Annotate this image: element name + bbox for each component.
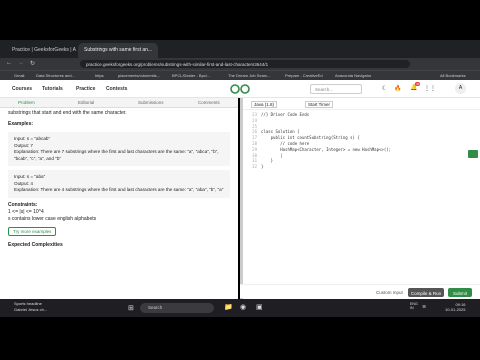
moon-icon[interactable]: ☾ [382, 85, 387, 92]
bookmark-dream-job[interactable]: The Dream Job Searc... [228, 73, 270, 78]
submit-button[interactable]: Submit [448, 288, 472, 297]
forward-icon[interactable]: → [18, 60, 24, 66]
apps-grid-icon[interactable]: ⋮⋮ [424, 85, 436, 92]
clock[interactable]: 09:16 10-01-2025 [445, 302, 465, 312]
problem-panel: Problem Editorial Submissions Comments s… [0, 98, 238, 310]
example-box: Input: s = "abcab" Output: 7 Explanation… [8, 132, 230, 166]
problem-tabs: Problem Editorial Submissions Comments [0, 98, 238, 108]
nav-practice[interactable]: Practice [76, 86, 95, 92]
nav-contests[interactable]: Contests [106, 86, 127, 92]
expected-complexities-heading[interactable]: Expected Complexities [8, 242, 230, 249]
app-icon[interactable]: ▣ [256, 303, 263, 311]
url-field[interactable]: practice.geeksforgeeks.org/problems/subs… [80, 60, 410, 68]
editor-panel: Java (1.8) Start Timer 23//} Driver Code… [240, 98, 480, 310]
bookmark-dsa[interactable]: Data Structures and... [36, 73, 75, 78]
site-header: Courses Tutorials Practice Contests Sear… [0, 80, 480, 98]
constraint-length: 1 <= |s| <= 10^4 [8, 208, 44, 215]
try-more-examples-button[interactable]: Try more examples [8, 226, 57, 236]
reload-icon[interactable]: ↻ [30, 60, 35, 67]
windows-start-icon[interactable]: ⊞ [128, 304, 134, 312]
wifi-icon[interactable]: ≋ [422, 304, 426, 310]
bookmarks-bar: Gmail Data Structures and... https place… [0, 70, 480, 80]
browser-tab-strip: Practice | GeeksforGeeks | A c... Substr… [0, 40, 480, 58]
address-bar-row: ← → ↻ practice.geeksforgeeks.org/problem… [0, 58, 480, 70]
problem-intro: substrings that start and end with the s… [8, 110, 127, 116]
line-number: 32 [252, 164, 257, 170]
bookmark-gmail[interactable]: Gmail [14, 73, 24, 78]
tab-problem[interactable]: Problem [18, 100, 35, 105]
fire-icon[interactable]: 🔥 [394, 85, 401, 92]
language-indicator[interactable]: ENG IN [410, 302, 420, 310]
compile-run-button[interactable]: Compile & Run [408, 288, 444, 297]
language-select[interactable]: Java (1.8) [251, 101, 278, 108]
side-widget-icon[interactable] [468, 150, 478, 158]
bookmark-bpcl[interactable]: BPCL/Dealer - Bpcl... [172, 73, 210, 78]
search-input[interactable]: Search... [310, 84, 362, 94]
file-explorer-icon[interactable]: 📁 [224, 303, 233, 311]
browser-tab[interactable]: Practice | GeeksforGeeks | A c... [6, 43, 76, 58]
example-box: Input: s = "aba" Output: 4 Explanation: … [8, 170, 230, 198]
bookmark-anaconda[interactable]: Anaconda Navigator [335, 73, 371, 78]
taskbar-search[interactable]: Search [140, 303, 214, 313]
example-explanation: Explanation: There are 4 substrings wher… [14, 187, 224, 192]
custom-input-toggle[interactable]: Custom Input [376, 290, 403, 295]
back-icon[interactable]: ← [6, 60, 12, 66]
example-explanation: Explanation: There are 7 substrings wher… [14, 149, 219, 161]
bookmark-placements[interactable]: placements/cdommits... [118, 73, 160, 78]
gfg-logo-icon[interactable] [228, 84, 252, 94]
chrome-icon[interactable]: ◉ [240, 303, 246, 311]
weather-widget[interactable]: Sports headline Gabriel Jesus ch... [14, 301, 47, 312]
code-line[interactable]: //} Driver Code Ends [261, 112, 309, 118]
bookmark-prepare[interactable]: Prepare - CreativeEd [285, 73, 323, 78]
tab-submissions[interactable]: Submissions [138, 100, 164, 105]
editor-actions: Custom Input Compile & Run Submit [240, 284, 480, 298]
tab-editorial[interactable]: Editorial [78, 100, 94, 105]
code-line[interactable]: } [261, 164, 263, 170]
start-timer-button[interactable]: Start Timer [305, 101, 334, 108]
tab-comments[interactable]: Comments [198, 100, 220, 105]
all-bookmarks[interactable]: All Bookmarks [440, 73, 466, 78]
browser-tab-active[interactable]: Substrings with same first an... [78, 43, 158, 58]
taskbar: Sports headline Gabriel Jesus ch... ⊞ Se… [0, 299, 480, 317]
constraints-heading: Constraints: [8, 201, 38, 208]
examples-heading: Examples: [8, 121, 34, 127]
editor-toolbar: Java (1.8) Start Timer [243, 98, 480, 110]
nav-courses[interactable]: Courses [12, 86, 32, 92]
bookmark-https[interactable]: https [95, 73, 104, 78]
avatar[interactable]: A [455, 83, 466, 94]
constraint-chars: s contains lower case english alphabets [8, 215, 97, 222]
nav-tutorials[interactable]: Tutorials [42, 86, 63, 92]
notification-badge: 40 [415, 82, 421, 86]
